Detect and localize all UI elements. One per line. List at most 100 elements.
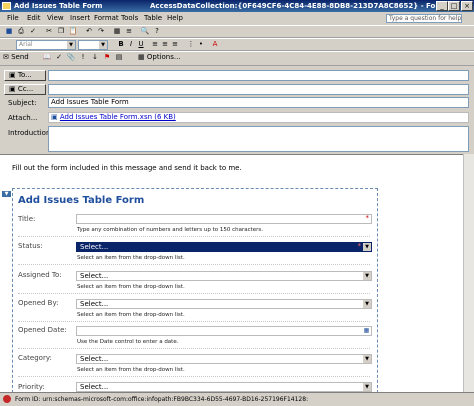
opened-by-select[interactable]: Select... ▼: [76, 299, 372, 309]
send-icon: ✉: [3, 53, 9, 61]
menu-file[interactable]: File: [7, 14, 19, 22]
assigned-to-select[interactable]: Select... ▼: [76, 271, 372, 281]
low-importance-icon[interactable]: ↓: [90, 53, 100, 62]
copy-icon[interactable]: ❐: [56, 27, 66, 36]
form-id-text: Form ID: urn:schemas-microsoft-com:offic…: [15, 396, 309, 403]
category-select[interactable]: Select... ▼: [76, 354, 372, 364]
priority-label: Priority:: [18, 383, 45, 391]
font-color-icon[interactable]: A: [210, 40, 220, 49]
opened-date-hint: Use the Date control to enter a date.: [77, 339, 179, 345]
status-hint: Select an item from the drop-down list.: [77, 255, 185, 261]
divider: [18, 376, 370, 377]
cut-icon[interactable]: ✂: [44, 27, 54, 36]
subject-label: Subject:: [8, 99, 37, 107]
error-icon: [3, 395, 11, 403]
menu-edit[interactable]: Edit: [27, 14, 41, 22]
form-icon[interactable]: ▤: [114, 53, 124, 62]
help-search-input[interactable]: Type a question for help: [386, 14, 462, 23]
opened-by-label: Opened By:: [18, 299, 59, 307]
chevron-down-icon: ▼: [363, 272, 371, 280]
spelling-icon[interactable]: ✓: [28, 27, 38, 36]
calendar-icon[interactable]: ▦: [362, 327, 371, 335]
subject-field[interactable]: Add Issues Table Form: [48, 97, 469, 108]
standard-toolbar: ■ ⎙ ✓ ✂ ❐ 📋 ↶ ↷ ▦ ≡ 🔍 ?: [0, 25, 474, 38]
category-hint: Select an item from the drop-down list.: [77, 367, 185, 373]
to-field[interactable]: [48, 70, 469, 81]
app-icon: [2, 2, 11, 10]
zoom-icon[interactable]: 🔍: [140, 27, 150, 36]
chevron-down-icon: ▼: [363, 355, 371, 363]
minimize-button[interactable]: _: [436, 1, 448, 11]
send-button[interactable]: ✉ Send: [3, 53, 37, 64]
menu-format[interactable]: Format: [94, 14, 119, 22]
help-icon[interactable]: ?: [152, 27, 162, 36]
title-bar: Add Issues Table Form AccessDataCollecti…: [0, 0, 474, 12]
divider: [18, 321, 370, 322]
menu-help[interactable]: Help: [167, 14, 183, 22]
to-button[interactable]: ▣ To...: [4, 70, 46, 81]
attachment-link[interactable]: Add Issues Table Form.xsn (6 KB): [60, 113, 176, 121]
body-intro-text: Fill out the form included in this messa…: [12, 164, 242, 172]
options-button[interactable]: ▦ Options...: [138, 53, 188, 62]
save-icon[interactable]: ■: [4, 27, 14, 36]
options-icon: ▦: [138, 53, 145, 61]
chevron-down-icon: ▼: [363, 300, 371, 308]
bullet-list-icon[interactable]: •: [196, 40, 206, 49]
maximize-button[interactable]: □: [448, 1, 460, 11]
priority-select[interactable]: Select... ▼: [76, 382, 372, 392]
print-icon[interactable]: ⎙: [16, 27, 26, 36]
divider: [18, 348, 370, 349]
message-body[interactable]: Fill out the form included in this messa…: [0, 154, 474, 393]
font-name-select[interactable]: Arial ▼: [16, 40, 76, 50]
menu-tools[interactable]: Tools: [121, 14, 138, 22]
address-card-icon: ▣: [9, 71, 16, 79]
status-bar: Form ID: urn:schemas-microsoft-com:offic…: [0, 392, 474, 406]
address-book-icon[interactable]: 📖: [42, 53, 52, 62]
align-center-icon[interactable]: ≡: [160, 40, 170, 49]
menu-view[interactable]: View: [47, 14, 64, 22]
menu-insert[interactable]: Insert: [70, 14, 90, 22]
align-left-icon[interactable]: ≡: [150, 40, 160, 49]
font-size-select[interactable]: ▼: [78, 40, 108, 50]
required-icon: *: [357, 242, 362, 250]
check-names-icon[interactable]: ✓: [54, 53, 64, 62]
menu-table[interactable]: Table: [144, 14, 162, 22]
cc-button[interactable]: ▣ Cc...: [4, 84, 46, 95]
opened-date-picker[interactable]: ▦: [76, 326, 372, 336]
align-right-icon[interactable]: ≡: [170, 40, 180, 49]
section-toggle-icon[interactable]: ▼: [2, 191, 11, 197]
italic-icon[interactable]: I: [126, 40, 136, 49]
flag-icon[interactable]: ⚑: [102, 53, 112, 62]
status-label: Status:: [18, 242, 43, 250]
table-icon[interactable]: ▦: [112, 27, 122, 36]
divider: [18, 236, 370, 237]
bold-icon[interactable]: B: [116, 40, 126, 49]
menu-bar: File Edit View Insert Format Tools Table…: [0, 12, 474, 25]
bullets-icon[interactable]: ≡: [124, 27, 134, 36]
title-input[interactable]: *: [76, 214, 372, 224]
attach-icon[interactable]: 📎: [66, 53, 76, 62]
required-icon: *: [365, 214, 370, 222]
cc-field[interactable]: [48, 84, 469, 95]
formatting-toolbar: Arial ▼ ▼ B I U ≡ ≡ ≡ ⋮ • A: [0, 38, 474, 51]
undo-icon[interactable]: ↶: [84, 27, 94, 36]
infopath-form: Add Issues Table Form Title: * Type any …: [12, 188, 378, 393]
status-select[interactable]: Select... * ▼: [76, 242, 372, 252]
attachment-field[interactable]: ▣ Add Issues Table Form.xsn (6 KB): [48, 112, 469, 123]
redo-icon[interactable]: ↷: [96, 27, 106, 36]
importance-icon[interactable]: !: [78, 53, 88, 62]
attach-label[interactable]: Attach...: [8, 114, 37, 122]
chevron-down-icon: ▼: [67, 41, 75, 49]
assigned-to-hint: Select an item from the drop-down list.: [77, 284, 185, 290]
title-hint: Type any combination of numbers and lett…: [77, 227, 264, 233]
chevron-down-icon: ▼: [363, 383, 371, 391]
chevron-down-icon: ▼: [99, 41, 107, 49]
divider: [18, 293, 370, 294]
underline-icon[interactable]: U: [136, 40, 146, 49]
vertical-scrollbar[interactable]: [463, 154, 474, 392]
address-card-icon: ▣: [9, 85, 16, 93]
paste-icon[interactable]: 📋: [68, 27, 78, 36]
introduction-field[interactable]: [48, 126, 469, 152]
close-button[interactable]: ×: [461, 1, 473, 11]
numbering-icon[interactable]: ⋮: [186, 40, 196, 49]
